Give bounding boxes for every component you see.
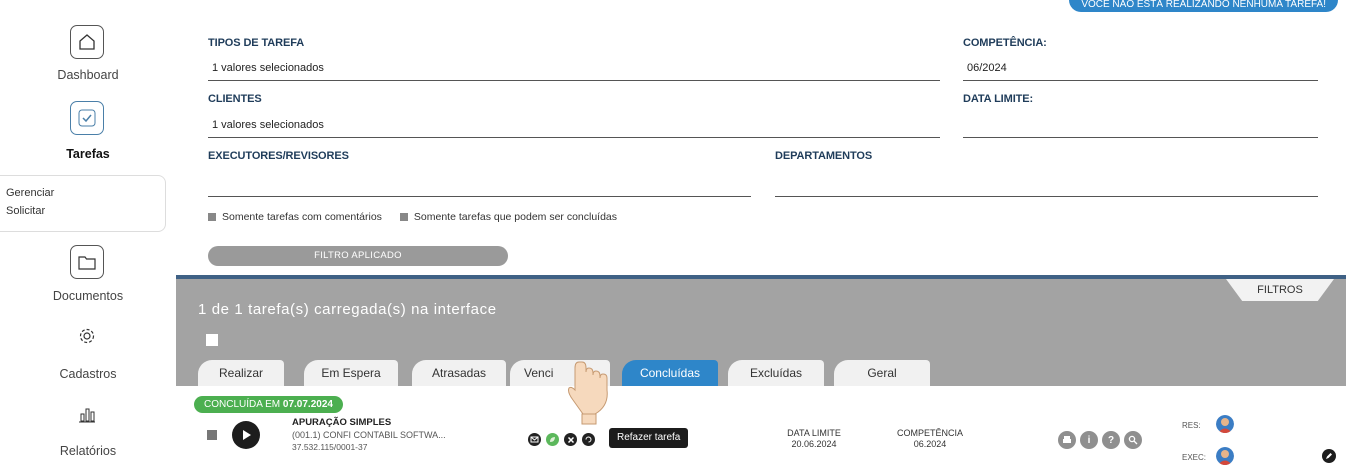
tab-atrasadas[interactable]: Atrasadas	[412, 360, 506, 386]
gear-icon[interactable]	[70, 319, 104, 353]
comentarios-checkbox[interactable]	[208, 213, 216, 221]
close-icon[interactable]	[564, 433, 577, 446]
competencia-input[interactable]: 06/2024	[967, 62, 1007, 74]
sidebar-item-relatorios[interactable]: Relatórios	[0, 444, 176, 458]
filtros-toggle[interactable]: FILTROS	[1226, 279, 1334, 301]
executores-input[interactable]	[208, 196, 751, 197]
competencia-label: COMPETÊNCIA:	[963, 37, 1047, 49]
sidebar-item-tarefas[interactable]: Tarefas	[0, 147, 176, 161]
tab-geral[interactable]: Geral	[834, 360, 930, 386]
folder-icon[interactable]	[70, 245, 104, 279]
sidebar-item-cadastros[interactable]: Cadastros	[0, 367, 176, 381]
task-row-checkbox[interactable]	[207, 430, 217, 440]
tab-realizar[interactable]: Realizar	[198, 360, 284, 386]
hand-pointer-icon	[568, 361, 608, 425]
select-all-checkbox[interactable]	[206, 334, 218, 346]
sidebar: Dashboard Tarefas Gerenciar Solicitar Do…	[0, 0, 176, 475]
competencia-col-label: COMPETÊNCIA	[896, 428, 963, 438]
status-banner: VOCÊ NÃO ESTÁ REALIZANDO NENHUMA TAREFA!	[1069, 0, 1338, 12]
competencia-col-value: 06.2024	[913, 439, 947, 449]
task-title[interactable]: APURAÇÃO SIMPLES	[292, 417, 391, 428]
tab-concluidas[interactable]: Concluídas	[622, 360, 718, 386]
clientes-label: CLIENTES	[208, 93, 262, 105]
executor-avatar[interactable]	[1216, 447, 1234, 465]
home-icon[interactable]	[70, 25, 104, 59]
redo-icon[interactable]	[582, 433, 595, 446]
refazer-tooltip: Refazer tarefa	[609, 428, 689, 448]
filter-checkboxes: Somente tarefas com comentários Somente …	[208, 211, 617, 223]
help-icon[interactable]: ?	[1102, 431, 1120, 449]
status-date: 07.07.2024	[282, 399, 333, 410]
sidebar-item-dashboard[interactable]: Dashboard	[0, 68, 176, 82]
task-cnpj: 37.532.115/0001-37	[292, 442, 368, 452]
departamentos-label: DEPARTAMENTOS	[775, 150, 873, 162]
check-icon[interactable]	[70, 101, 104, 135]
info-icon[interactable]: i	[1080, 431, 1098, 449]
clientes-select[interactable]: 1 valores selecionados	[212, 119, 324, 131]
concluidas-checkbox-label: Somente tarefas que podem ser concluídas	[413, 211, 618, 223]
tipos-tarefa-label: TIPOS DE TAREFA	[208, 37, 305, 49]
submenu-item-solicitar[interactable]: Solicitar	[0, 202, 165, 220]
responsavel-avatar[interactable]	[1216, 415, 1234, 433]
tipos-tarefa-select[interactable]: 1 valores selecionados	[212, 62, 324, 74]
departamentos-input[interactable]	[775, 196, 1318, 197]
chart-icon[interactable]	[70, 397, 104, 431]
page: Dashboard Tarefas Gerenciar Solicitar Do…	[0, 0, 1346, 475]
comentarios-checkbox-label: Somente tarefas com comentários	[222, 211, 382, 223]
print-icon[interactable]	[1058, 431, 1076, 449]
play-button[interactable]	[232, 421, 260, 449]
task-panel: FILTROS 1 de 1 tarefa(s) carregada(s) na…	[176, 275, 1346, 475]
tipos-tarefa-underline	[208, 80, 940, 81]
executores-label: EXECUTORES/REVISORES	[208, 150, 349, 162]
data-limite-label: DATA LIMITE:	[963, 93, 1034, 105]
status-prefix: CONCLUÍDA EM	[204, 399, 281, 410]
tarefas-submenu: Gerenciar Solicitar	[0, 175, 166, 232]
res-label: RES:	[1182, 421, 1201, 430]
competencia-underline	[963, 80, 1318, 81]
task-client: (001.1) CONFI CONTABIL SOFTWA...	[292, 430, 446, 440]
panel-title: 1 de 1 tarefa(s) carregada(s) na interfa…	[198, 301, 497, 318]
status-badge: CONCLUÍDA EM 07.07.2024	[194, 396, 343, 413]
tab-em-espera[interactable]: Em Espera	[304, 360, 398, 386]
data-limite-input[interactable]	[963, 137, 1318, 138]
clientes-underline	[208, 137, 940, 138]
data-limite-col-value: 20.06.2024	[791, 439, 837, 449]
play-icon	[243, 430, 251, 440]
edit-icon[interactable]	[1322, 449, 1336, 463]
task-list: CONCLUÍDA EM 07.07.2024 APURAÇÃO SIMPLES…	[176, 386, 1346, 475]
concluidas-checkbox[interactable]	[399, 213, 408, 221]
submenu-item-gerenciar[interactable]: Gerenciar	[0, 184, 165, 202]
email-icon[interactable]	[528, 433, 541, 446]
data-limite-col-label: DATA LIMITE	[787, 428, 841, 438]
sidebar-item-documentos[interactable]: Documentos	[0, 289, 176, 303]
exec-label: EXEC:	[1182, 453, 1207, 462]
filtro-aplicado-button[interactable]: FILTRO APLICADO	[208, 246, 508, 266]
search-icon[interactable]	[1124, 431, 1142, 449]
leaf-icon[interactable]	[546, 433, 559, 446]
tab-excluidas[interactable]: Excluídas	[728, 360, 824, 386]
